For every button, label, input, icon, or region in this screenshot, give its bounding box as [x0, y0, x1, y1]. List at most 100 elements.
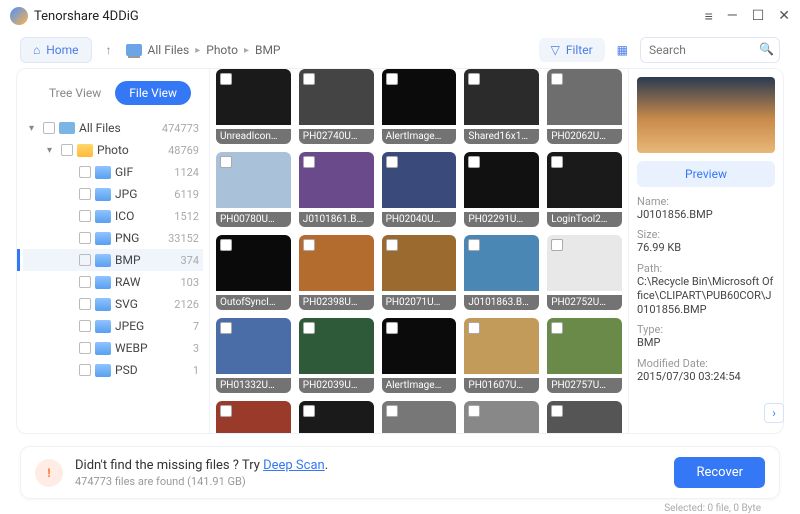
- folder-icon: [95, 364, 111, 377]
- file-thumb[interactable]: PH02040U…: [382, 152, 457, 227]
- breadcrumb-item[interactable]: BMP: [255, 43, 281, 57]
- tree-row-bmp[interactable]: BMP374: [23, 249, 203, 271]
- thumb-checkbox[interactable]: [220, 73, 232, 85]
- thumb-checkbox[interactable]: [468, 405, 480, 417]
- thumb-checkbox[interactable]: [386, 322, 398, 334]
- thumb-checkbox[interactable]: [220, 156, 232, 168]
- file-thumb[interactable]: PH02071U…: [382, 235, 457, 310]
- breadcrumb-item[interactable]: Photo: [206, 43, 238, 57]
- tree-row-photo[interactable]: ▾Photo48769: [23, 139, 203, 161]
- thumb-checkbox[interactable]: [220, 239, 232, 251]
- thumb-checkbox[interactable]: [386, 156, 398, 168]
- checkbox[interactable]: [43, 122, 55, 134]
- thumb-filename: AlertImage…: [382, 129, 457, 144]
- preview-button[interactable]: Preview: [637, 161, 775, 187]
- thumb-checkbox[interactable]: [551, 156, 563, 168]
- thumb-checkbox[interactable]: [303, 156, 315, 168]
- file-thumb[interactable]: J0101863.B…: [464, 235, 539, 310]
- tree-row-jpg[interactable]: JPG6119: [23, 183, 203, 205]
- thumb-checkbox[interactable]: [551, 405, 563, 417]
- file-view-tab[interactable]: File View: [115, 81, 191, 105]
- checkbox[interactable]: [79, 298, 91, 310]
- checkbox[interactable]: [79, 364, 91, 376]
- tree-row-webp[interactable]: WEBP3: [23, 337, 203, 359]
- file-thumb[interactable]: PH01332U…: [216, 318, 291, 393]
- close-button[interactable]: ✕: [778, 8, 790, 24]
- file-thumb[interactable]: PH02039U…: [299, 318, 374, 393]
- file-thumb[interactable]: PH02062U…: [547, 69, 622, 144]
- file-thumb[interactable]: AlertImage…: [382, 318, 457, 393]
- meta-path: C:\Recycle Bin\Microsoft Office\CLIPART\…: [637, 275, 775, 318]
- file-thumb[interactable]: Shared16x1…: [464, 69, 539, 144]
- file-thumb[interactable]: PH02757U…: [547, 318, 622, 393]
- file-thumb[interactable]: [216, 401, 291, 433]
- thumb-checkbox[interactable]: [551, 239, 563, 251]
- tree-row-raw[interactable]: RAW103: [23, 271, 203, 293]
- checkbox[interactable]: [79, 254, 91, 266]
- tree-row-gif[interactable]: GIF1124: [23, 161, 203, 183]
- deep-scan-link[interactable]: Deep Scan: [263, 458, 325, 473]
- file-thumb[interactable]: PH02752U…: [547, 235, 622, 310]
- file-thumb[interactable]: OutofSyncI…: [216, 235, 291, 310]
- tree-label: Photo: [97, 143, 164, 157]
- thumb-checkbox[interactable]: [551, 322, 563, 334]
- filter-button[interactable]: ▽ Filter: [539, 38, 605, 62]
- meta-mdate: 2015/07/30 03:24:54: [637, 370, 775, 384]
- checkbox[interactable]: [79, 320, 91, 332]
- tree-view-tab[interactable]: Tree View: [35, 81, 115, 105]
- checkbox[interactable]: [79, 210, 91, 222]
- file-thumb[interactable]: [299, 401, 374, 433]
- thumb-checkbox[interactable]: [468, 156, 480, 168]
- file-thumb[interactable]: J0101861.B…: [299, 152, 374, 227]
- checkbox[interactable]: [79, 166, 91, 178]
- file-thumb[interactable]: UnreadIcon…: [216, 69, 291, 144]
- thumb-checkbox[interactable]: [303, 239, 315, 251]
- tree-row-all-files[interactable]: ▾All Files474773: [23, 117, 203, 139]
- thumb-checkbox[interactable]: [468, 239, 480, 251]
- thumb-checkbox[interactable]: [386, 405, 398, 417]
- thumb-checkbox[interactable]: [468, 322, 480, 334]
- checkbox[interactable]: [79, 232, 91, 244]
- file-thumb[interactable]: LoginTool2…: [547, 152, 622, 227]
- menu-icon[interactable]: ≡: [705, 8, 713, 25]
- tree-count: 2126: [174, 298, 199, 311]
- file-thumb[interactable]: PH00780U…: [216, 152, 291, 227]
- file-thumb[interactable]: [547, 401, 622, 433]
- tree-count: 1: [193, 364, 199, 377]
- thumb-checkbox[interactable]: [551, 73, 563, 85]
- home-button[interactable]: ⌂ Home: [20, 37, 92, 63]
- tree-label: All Files: [79, 121, 158, 135]
- minimize-button[interactable]: —: [727, 8, 738, 24]
- file-thumb[interactable]: PH02291U…: [464, 152, 539, 227]
- thumb-checkbox[interactable]: [386, 73, 398, 85]
- tree-row-jpeg[interactable]: JPEG7: [23, 315, 203, 337]
- file-thumb[interactable]: AlertImage…: [382, 69, 457, 144]
- checkbox[interactable]: [61, 144, 73, 156]
- file-thumb[interactable]: PH01607U…: [464, 318, 539, 393]
- thumb-checkbox[interactable]: [386, 239, 398, 251]
- file-thumb[interactable]: [382, 401, 457, 433]
- thumb-checkbox[interactable]: [303, 322, 315, 334]
- file-thumb[interactable]: [464, 401, 539, 433]
- maximize-button[interactable]: ☐: [752, 8, 765, 24]
- checkbox[interactable]: [79, 188, 91, 200]
- up-button[interactable]: ↑: [100, 39, 118, 61]
- tree-count: 7: [193, 320, 199, 333]
- file-thumb[interactable]: PH02398U…: [299, 235, 374, 310]
- tree-row-png[interactable]: PNG33152: [23, 227, 203, 249]
- grid-view-icon[interactable]: ▦: [613, 39, 632, 61]
- tree-row-ico[interactable]: ICO1512: [23, 205, 203, 227]
- thumb-checkbox[interactable]: [303, 405, 315, 417]
- next-button[interactable]: ›: [764, 403, 784, 423]
- thumb-checkbox[interactable]: [220, 322, 232, 334]
- thumb-checkbox[interactable]: [468, 73, 480, 85]
- file-thumb[interactable]: PH02740U…: [299, 69, 374, 144]
- checkbox[interactable]: [79, 276, 91, 288]
- thumb-checkbox[interactable]: [303, 73, 315, 85]
- breadcrumb-item[interactable]: All Files: [148, 43, 190, 57]
- tree-row-svg[interactable]: SVG2126: [23, 293, 203, 315]
- checkbox[interactable]: [79, 342, 91, 354]
- tree-row-psd[interactable]: PSD1: [23, 359, 203, 381]
- thumb-checkbox[interactable]: [220, 405, 232, 417]
- recover-button[interactable]: Recover: [674, 457, 765, 488]
